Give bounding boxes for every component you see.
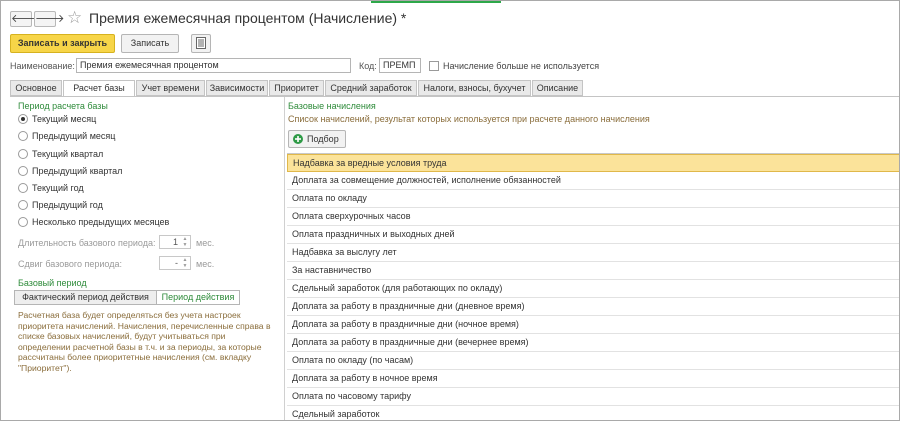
code-field[interactable]: ПРЕМП [379, 58, 421, 73]
duration-unit: мес. [196, 238, 215, 248]
duration-value: 1 [172, 237, 178, 247]
list-item[interactable]: Сдельный заработок (для работающих по ок… [287, 280, 899, 298]
list-item[interactable]: Доплата за совмещение должностей, исполн… [287, 172, 899, 190]
radio-previous-quarter[interactable] [18, 166, 28, 176]
tab-priority[interactable]: Приоритет [269, 80, 324, 96]
action-period-option[interactable]: Период действия [156, 290, 240, 305]
forward-button[interactable]: 🡒 [34, 11, 65, 27]
shift-label: Сдвиг базового периода: [18, 259, 122, 269]
list-item[interactable]: Доплата за работу в ночное время [287, 370, 899, 388]
list-item[interactable]: Оплата по часовому тарифу [287, 388, 899, 406]
panel-divider [284, 97, 285, 420]
radio-previous-month[interactable] [18, 131, 28, 141]
tab-description[interactable]: Описание [532, 80, 583, 96]
tab-base-calculation[interactable]: Расчет базы [63, 80, 135, 97]
list-item[interactable]: Оплата сверхурочных часов [287, 208, 899, 226]
radio-current-month[interactable] [18, 114, 28, 124]
radio-current-year[interactable] [18, 183, 28, 193]
tab-taxes[interactable]: Налоги, взносы, бухучет [418, 80, 531, 96]
tab-time-accounting[interactable]: Учет времени [136, 80, 205, 96]
back-button[interactable]: 🡐 [10, 11, 41, 27]
shift-stepper[interactable]: - ▲ ▼ [159, 256, 191, 270]
report-icon [196, 37, 206, 49]
radio-previous-year[interactable] [18, 200, 28, 210]
page-title: Премия ежемесячная процентом (Начисление… [89, 10, 407, 26]
list-item[interactable]: Доплата за работу в праздничные дни (дне… [287, 298, 899, 316]
list-item[interactable]: Надбавка за выслугу лет [287, 244, 899, 262]
save-button[interactable]: Записать [121, 34, 179, 53]
radio-label-several-months: Несколько предыдущих месяцев [32, 217, 170, 227]
spin-arrows-icon: ▲ ▼ [182, 236, 188, 248]
radio-label-previous-month: Предыдущий месяц [32, 131, 116, 141]
list-item[interactable]: Доплата за работу в праздничные дни (ноч… [287, 316, 899, 334]
list-item[interactable]: Сдельный заработок [287, 406, 899, 420]
list-item[interactable]: Надбавка за вредные условия труда [287, 154, 899, 172]
code-label: Код: [359, 61, 377, 71]
unused-checkbox[interactable] [429, 61, 439, 71]
arrow-right-icon: 🡒 [35, 13, 65, 25]
shift-value: - [175, 258, 178, 268]
list-item[interactable]: За наставничество [287, 262, 899, 280]
period-section-title: Период расчета базы [18, 101, 108, 111]
duration-stepper[interactable]: 1 ▲ ▼ [159, 235, 191, 249]
list-item[interactable]: Оплата по окладу (по часам) [287, 352, 899, 370]
tab-divider [10, 96, 899, 97]
save-and-close-button[interactable]: Записать и закрыть [10, 34, 115, 53]
list-item[interactable]: Доплата за работу в праздничные дни (веч… [287, 334, 899, 352]
form-window: 🡐 🡒 ☆ Премия ежемесячная процентом (Начи… [0, 0, 900, 421]
accruals-list[interactable]: Надбавка за вредные условия труда Доплат… [287, 153, 899, 420]
base-accruals-title: Базовые начисления [288, 101, 376, 111]
shift-unit: мес. [196, 259, 215, 269]
report-button[interactable] [191, 34, 211, 53]
radio-label-current-year: Текущий год [32, 183, 84, 193]
radio-label-previous-quarter: Предыдущий квартал [32, 166, 123, 176]
spin-arrows-icon: ▲ ▼ [182, 257, 188, 269]
list-item[interactable]: Оплата по окладу [287, 190, 899, 208]
list-item[interactable]: Оплата праздничных и выходных дней [287, 226, 899, 244]
base-period-note: Расчетная база будет определяться без уч… [18, 310, 271, 373]
radio-label-current-month: Текущий месяц [32, 114, 97, 124]
unused-label: Начисление больше не используется [443, 61, 600, 71]
radio-several-months[interactable] [18, 217, 28, 227]
tab-dependencies[interactable]: Зависимости [206, 80, 268, 96]
star-icon[interactable]: ☆ [67, 9, 82, 27]
radio-label-previous-year: Предыдущий год [32, 200, 103, 210]
radio-label-current-quarter: Текущий квартал [32, 149, 104, 159]
plus-circle-icon [293, 134, 303, 144]
name-label: Наименование: [10, 61, 75, 71]
actual-period-option[interactable]: Фактический период действия [14, 290, 157, 305]
base-accruals-description: Список начислений, результат которых исп… [288, 114, 650, 124]
pick-label: Подбор [307, 134, 339, 144]
tab-main[interactable]: Основное [10, 80, 62, 96]
duration-label: Длительность базового периода: [18, 238, 156, 248]
base-period-title: Базовый период [18, 278, 87, 288]
radio-current-quarter[interactable] [18, 149, 28, 159]
active-window-indicator [371, 1, 501, 3]
pick-button[interactable]: Подбор [288, 130, 346, 148]
tab-average-earnings[interactable]: Средний заработок [325, 80, 417, 96]
name-field[interactable]: Премия ежемесячная процентом [76, 58, 351, 73]
